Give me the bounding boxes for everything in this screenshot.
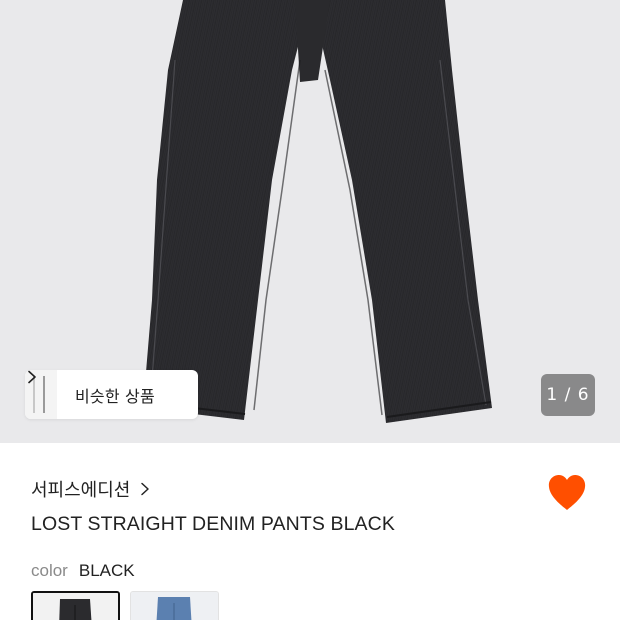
like-heart-icon[interactable] [547,474,587,512]
brand-link[interactable]: 서피스에디션 [31,477,151,501]
color-label: color [31,561,68,580]
swatch-blue-jeans-thumbnail [131,592,218,620]
image-counter: 1 / 6 [541,374,595,416]
color-option-row: color BLACK [31,561,135,581]
chevron-right-icon [141,482,150,496]
product-name: LOST STRAIGHT DENIM PANTS BLACK [31,513,395,535]
color-swatch-blue[interactable] [130,591,219,620]
swatch-black-jeans-thumbnail [33,593,118,620]
color-swatch-black[interactable] [31,591,120,620]
brand-name: 서피스에디션 [31,480,131,501]
similar-products-label: 비슷한 상품 [75,386,155,406]
product-image-gallery[interactable]: 비슷한 상품 1 / 6 [0,0,620,443]
chevron-right-icon [28,370,36,384]
color-value: BLACK [78,561,135,580]
similar-products-button[interactable]: 비슷한 상품 [25,370,198,419]
